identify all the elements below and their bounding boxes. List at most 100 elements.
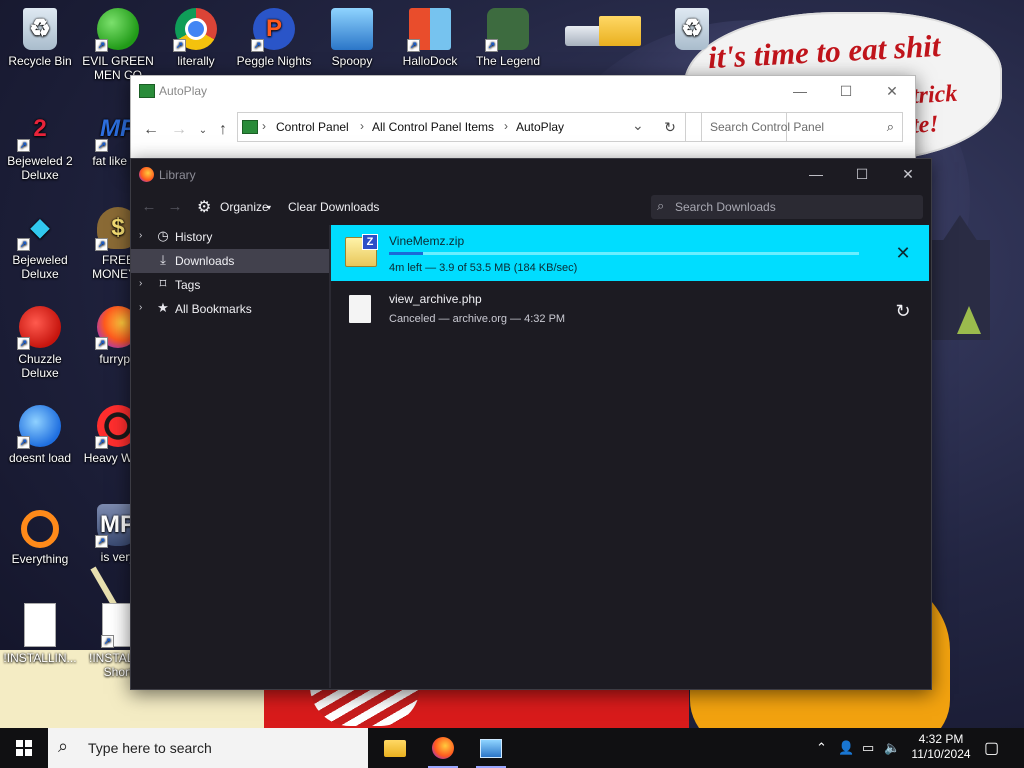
desktop-icon-peggle-nights[interactable]: P ↗ Peggle Nights — [234, 8, 314, 68]
expand-chevron-icon[interactable]: › — [139, 278, 142, 289]
sidebar-item-tags[interactable]: › ⌑ Tags — [131, 273, 329, 297]
desktop-icon-spoopy[interactable]: Spoopy — [312, 8, 392, 68]
sidebar-item-label: Tags — [175, 278, 201, 292]
tag-icon: ⌑ — [159, 276, 167, 291]
hallodock-icon: ↗ — [407, 8, 451, 52]
desktop-icon-installing[interactable]: !INSTALLIN... — [0, 603, 80, 665]
sidebar-item-all-bookmarks[interactable]: › ★ All Bookmarks — [131, 297, 329, 321]
search-control-panel-input[interactable]: Search Control Panel ⌕ — [701, 112, 903, 142]
notifications-icon[interactable]: ▢ — [984, 738, 999, 758]
close-button[interactable]: ✕ — [869, 76, 915, 106]
maximize-button[interactable]: ☐ — [823, 76, 869, 106]
taskbar-control-panel[interactable] — [468, 728, 514, 768]
close-button[interactable]: ✕ — [885, 159, 931, 189]
recycle-bin-icon: ♻ — [675, 8, 709, 50]
shortcut-arrow-icon: ↗ — [95, 436, 108, 449]
library-titlebar[interactable]: Library — ☐ ✕ — [131, 159, 931, 191]
forward-arrow-icon[interactable]: → — [165, 197, 185, 217]
desktop-icon-the-legend[interactable]: ↗ The Legend — [468, 8, 548, 68]
desktop-icon-label: Peggle Nights — [236, 54, 312, 68]
download-status: 4m left — 3.9 of 53.5 MB (184 KB/sec) — [389, 262, 578, 274]
shortcut-arrow-icon: ↗ — [95, 535, 108, 548]
window-title: Library — [159, 168, 196, 182]
desktop-icon-label: Chuzzle Deluxe — [18, 352, 62, 380]
back-arrow-icon[interactable]: ← — [141, 120, 161, 140]
refresh-icon[interactable]: ↻ — [655, 112, 686, 142]
legend-icon: ↗ — [485, 8, 529, 52]
expand-chevron-icon[interactable]: › — [139, 230, 142, 241]
cancel-download-button[interactable]: ✕ — [891, 241, 915, 265]
breadcrumb-separator-icon: › — [360, 119, 364, 133]
library-window: Library — ☐ ✕ ← → ⚙ Organize ▾ Clear Dow… — [130, 158, 932, 690]
organize-menu-button[interactable]: Organize — [220, 200, 269, 214]
shortcut-arrow-icon: ↗ — [95, 238, 108, 251]
download-item[interactable]: VineMemz.zip 4m left — 3.9 of 53.5 MB (1… — [331, 225, 929, 281]
thunderbird-icon: ↗ — [17, 405, 61, 449]
breadcrumb-autoplay[interactable]: AutoPlay — [516, 120, 564, 134]
taskbar-clock[interactable]: 4:32 PM 11/10/2024 — [906, 732, 976, 762]
taskbar: ⌕ Type here to search ⌃ 👤 ▭ 🔈 4:32 PM 11… — [0, 728, 1024, 768]
minimize-button[interactable]: — — [777, 76, 823, 106]
search-downloads-input[interactable]: ⌕ Search Downloads — [651, 195, 923, 219]
search-icon: ⌕ — [58, 736, 69, 756]
people-tray-icon[interactable]: 👤 — [838, 740, 854, 756]
expand-chevron-icon[interactable]: › — [139, 302, 142, 313]
breadcrumb-control-panel[interactable]: Control Panel — [276, 120, 349, 134]
desktop-icon-everything[interactable]: Everything — [0, 504, 80, 566]
desktop-icon-bejeweled-deluxe[interactable]: ◆ ↗ Bejeweled Deluxe — [0, 207, 80, 282]
volume-icon[interactable]: 🔈 — [884, 740, 900, 756]
forward-arrow-icon[interactable]: → — [169, 120, 189, 140]
minimize-button[interactable]: — — [793, 159, 839, 189]
library-sidebar: › ◷ History ⤓ Downloads › ⌑ Tags › ★ All… — [131, 225, 331, 688]
network-icon[interactable]: ▭ — [862, 740, 874, 756]
breadcrumb-all-items[interactable]: All Control Panel Items — [372, 120, 494, 134]
taskbar-search-box[interactable]: ⌕ Type here to search — [48, 728, 368, 768]
star-icon: ★ — [157, 300, 169, 315]
shortcut-arrow-icon: ↗ — [101, 635, 114, 648]
shortcut-arrow-icon: ↗ — [17, 238, 30, 251]
search-icon: ⌕ — [886, 119, 894, 134]
diamond-icon: ◆ ↗ — [17, 207, 61, 251]
desktop-icon-label: doesnt load — [8, 451, 72, 465]
download-item[interactable]: view_archive.php Canceled — archive.org … — [331, 283, 929, 339]
clock-time: 4:32 PM — [918, 732, 964, 746]
peggle-icon: P ↗ — [251, 8, 295, 52]
desktop-icon-doesnt-load[interactable]: ↗ doesnt load — [0, 405, 80, 465]
desktop-icon-evil-green-men[interactable]: ↗ EVIL GREEN MEN CO — [78, 8, 158, 82]
firefox-icon — [432, 737, 454, 759]
desktop-icon-bejeweled-2[interactable]: 2 ↗ Bejeweled 2 Deluxe — [0, 108, 80, 183]
desktop-icon-literally[interactable]: ↗ literally — [156, 8, 236, 68]
download-status: Canceled — archive.org — 4:32 PM — [389, 313, 566, 325]
desktop-icon-label: HalloDock — [402, 54, 458, 68]
desktop-icon-label: The Legend — [475, 54, 541, 68]
up-arrow-icon[interactable]: ↑ — [213, 120, 233, 140]
organize-chevron-icon: ▾ — [267, 203, 272, 212]
start-button[interactable] — [0, 728, 48, 768]
sidebar-item-downloads[interactable]: ⤓ Downloads — [131, 249, 329, 273]
bejeweled2-icon: 2 ↗ — [17, 108, 61, 152]
taskbar-firefox[interactable] — [420, 728, 466, 768]
clear-downloads-button[interactable]: Clear Downloads — [288, 200, 379, 214]
search-placeholder: Search Downloads — [675, 200, 776, 214]
folder-icon — [599, 16, 641, 46]
desktop-icon-chuzzle-deluxe[interactable]: ↗ Chuzzle Deluxe — [0, 306, 80, 380]
sidebar-item-label: All Bookmarks — [175, 302, 252, 316]
desktop-icon-recycle-bin-2[interactable]: ♻ — [652, 8, 732, 54]
recent-locations-chevron-icon[interactable]: ⌄ — [193, 120, 213, 140]
sidebar-item-history[interactable]: › ◷ History — [131, 225, 329, 249]
back-arrow-icon[interactable]: ← — [139, 197, 159, 217]
taskbar-file-explorer[interactable] — [372, 728, 418, 768]
desktop-icon-hallodock[interactable]: ↗ HalloDock — [390, 8, 470, 68]
people-icon: ↗ — [95, 8, 139, 52]
show-hidden-icons-chevron-icon[interactable]: ⌃ — [816, 740, 827, 756]
desktop-icon-recycle-bin[interactable]: ♻ Recycle Bin — [0, 8, 80, 68]
control-panel-icon — [480, 738, 502, 758]
file-explorer-icon — [384, 739, 406, 757]
retry-download-button[interactable]: ↻ — [891, 299, 915, 323]
download-progress-bar — [389, 252, 859, 255]
desktop-icon-label: literally — [177, 54, 215, 68]
maximize-button[interactable]: ☐ — [839, 159, 885, 189]
desktop-icon-folder[interactable] — [580, 8, 660, 50]
search-icon: ⌕ — [657, 198, 665, 213]
address-dropdown-chevron-icon[interactable]: ⌄ — [632, 117, 644, 134]
